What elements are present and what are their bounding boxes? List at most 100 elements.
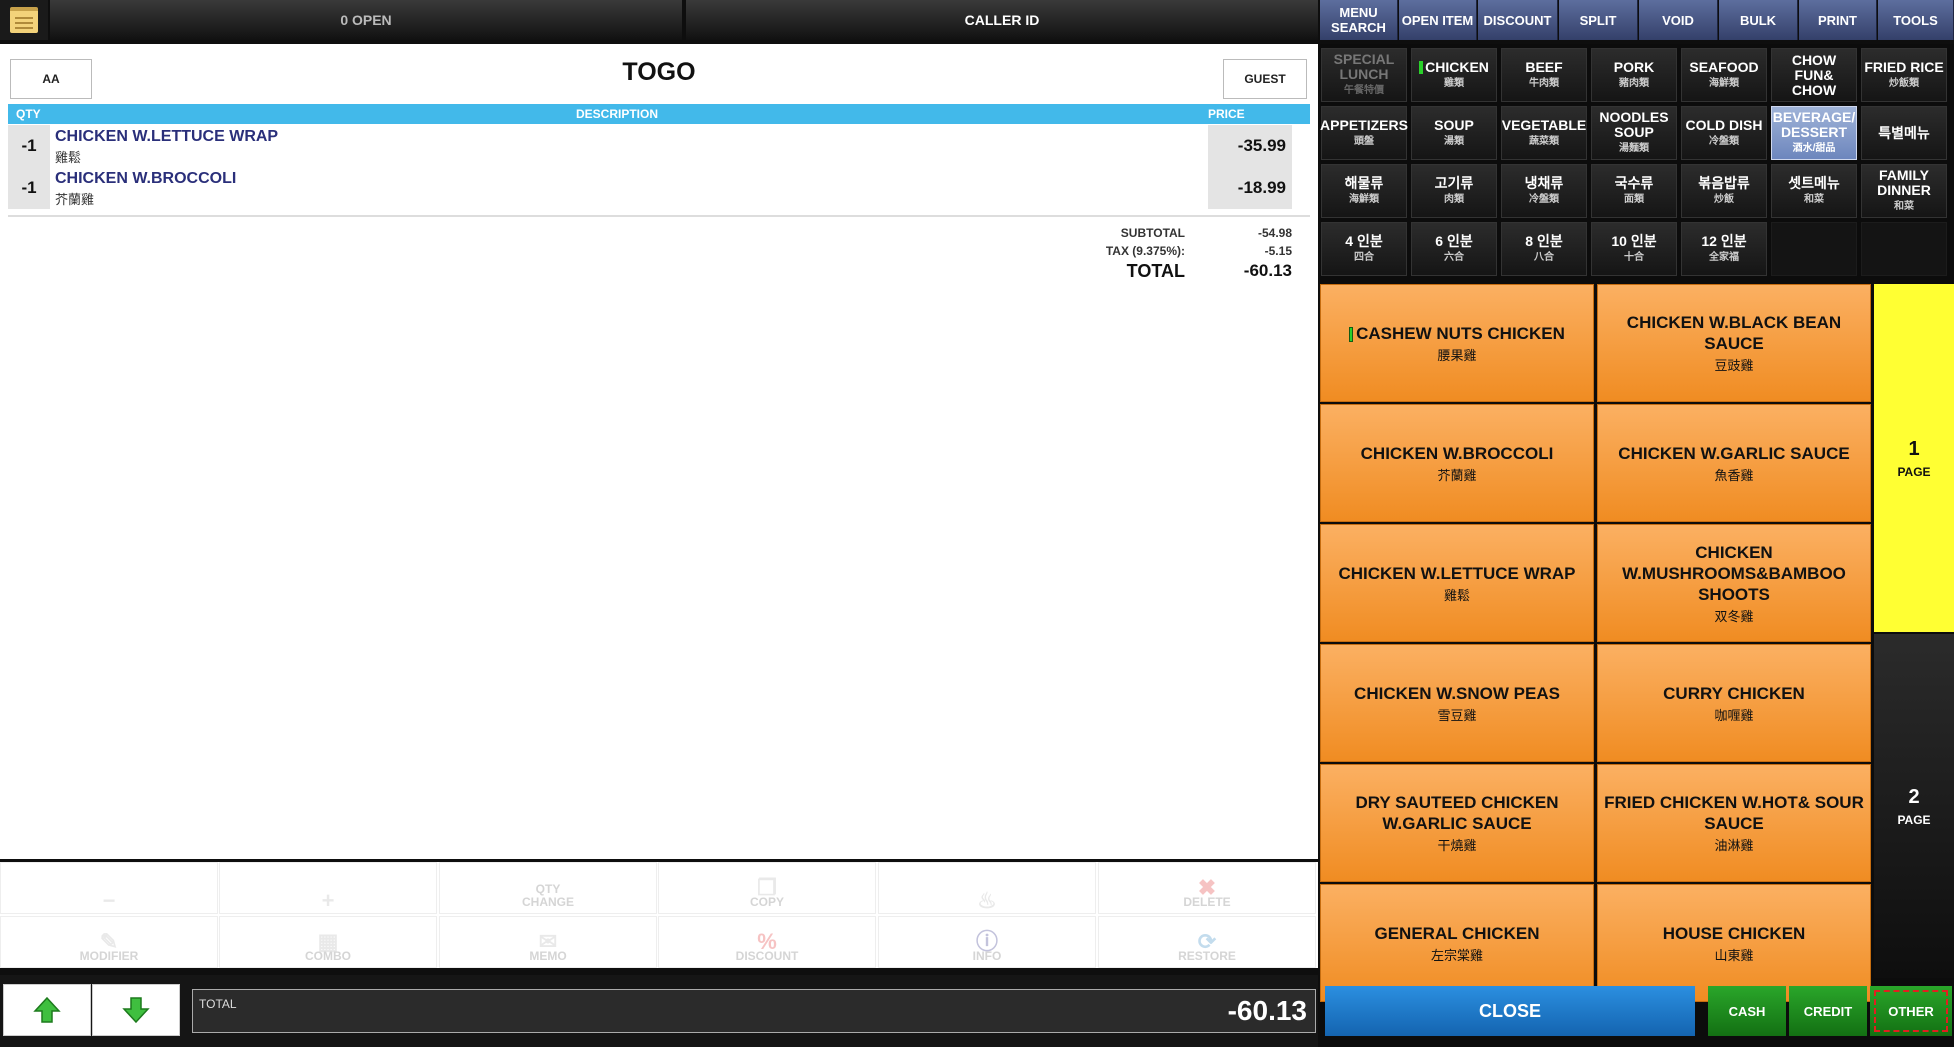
category-4[interactable]: PORK 豬肉類 <box>1591 48 1677 102</box>
memo-notes-icon[interactable] <box>0 0 48 40</box>
open-orders-button[interactable]: 0 OPEN <box>50 0 682 40</box>
qty-change-button[interactable]: QTY CHANGE <box>439 862 657 914</box>
menu-item-name: CHICKEN W.BROCCOLI <box>1360 443 1554 463</box>
category-sub: 酒水/甜品 <box>1792 143 1836 154</box>
menu-item-sub: 咖喱雞 <box>1714 707 1754 723</box>
category-name: CHICKEN <box>1419 59 1489 75</box>
category-25[interactable]: 10 인분 十合 <box>1591 222 1677 276</box>
category-22[interactable]: 4 인분 四合 <box>1321 222 1407 276</box>
menu-item-name: CHICKEN W.GARLIC SAUCE <box>1618 443 1850 463</box>
fire-button[interactable]: ♨ <box>878 862 1096 914</box>
category-26[interactable]: 12 인분 全家福 <box>1681 222 1767 276</box>
line-price: -35.99 <box>1208 125 1292 167</box>
category-16[interactable]: 고기류 肉類 <box>1411 164 1497 218</box>
menu-item-sub: 山東雞 <box>1714 947 1754 963</box>
menu-item[interactable]: HOUSE CHICKEN 山東雞 <box>1597 884 1871 1002</box>
menu-search-button[interactable]: MENU SEARCH <box>1320 0 1398 40</box>
selected-marker-icon <box>1349 326 1354 342</box>
increase-button[interactable]: + <box>219 862 437 914</box>
void-button[interactable]: VOID <box>1639 0 1718 40</box>
category-14[interactable]: 특별메뉴 <box>1861 106 1947 160</box>
category-11[interactable]: NOODLES SOUP 湯麵類 <box>1591 106 1677 160</box>
menu-item-name: CURRY CHICKEN <box>1663 683 1805 703</box>
menu-item[interactable]: CHICKEN W.SNOW PEAS 雪豆雞 <box>1320 644 1594 762</box>
page-2-number: 2 <box>1908 785 1920 808</box>
credit-button[interactable]: CREDIT <box>1789 986 1867 1036</box>
category-6[interactable]: CHOW FUN& CHOW <box>1771 48 1857 102</box>
subtotal-value: -54.98 <box>1257 226 1292 240</box>
print-button[interactable]: PRINT <box>1799 0 1877 40</box>
menu-item[interactable]: CASHEW NUTS CHICKEN 腰果雞 <box>1320 284 1594 402</box>
combo-button[interactable]: ▦ COMBO <box>219 916 437 968</box>
category-10[interactable]: VEGETABLE 蔬菜類 <box>1501 106 1587 160</box>
caller-id-button[interactable]: CALLER ID <box>686 0 1318 40</box>
category-23[interactable]: 6 인분 六合 <box>1411 222 1497 276</box>
qty-header: QTY <box>16 107 41 121</box>
menu-item[interactable]: GENERAL CHICKEN 左宗棠雞 <box>1320 884 1594 1002</box>
open-item-label: OPEN ITEM <box>1401 12 1474 28</box>
description-header: DESCRIPTION <box>576 107 659 121</box>
category-7[interactable]: FRIED RICE 炒飯類 <box>1861 48 1947 102</box>
delete-button[interactable]: ✖ DELETE <box>1098 862 1316 914</box>
category-20[interactable]: 셋트메뉴 和菜 <box>1771 164 1857 218</box>
category-21[interactable]: FAMILY DINNER 和菜 <box>1861 164 1947 218</box>
menu-item-name: DRY SAUTEED CHICKEN W.GARLIC SAUCE <box>1355 793 1559 833</box>
category-3[interactable]: BEEF 牛肉類 <box>1501 48 1587 102</box>
menu-item[interactable]: CURRY CHICKEN 咖喱雞 <box>1597 644 1871 762</box>
tools-button[interactable]: TOOLS <box>1878 0 1954 40</box>
menu-item[interactable]: CHICKEN W.LETTUCE WRAP 雞鬆 <box>1320 524 1594 642</box>
menu-item[interactable]: CHICKEN W.BROCCOLI 芥蘭雞 <box>1320 404 1594 522</box>
category-sub: 全家福 <box>1709 251 1739 263</box>
menu-item[interactable]: CHICKEN W.MUSHROOMS&BAMBOO SHOOTS 双冬雞 <box>1597 524 1871 642</box>
discount-tool-button[interactable]: DISCOUNT <box>1478 0 1558 40</box>
memo-button[interactable]: ✉ MEMO <box>439 916 657 968</box>
order-line[interactable]: -1 CHICKEN W.LETTUCE WRAP 雞鬆 -35.99 <box>8 125 1292 167</box>
copy-button[interactable]: ❐ COPY <box>658 862 876 914</box>
category-1[interactable]: SPECIAL LUNCH 午餐特價 <box>1321 48 1407 102</box>
combo-icon: ▦ <box>317 929 339 954</box>
category-name: SEAFOOD <box>1689 58 1759 75</box>
scroll-down-button[interactable] <box>92 984 180 1036</box>
guest-button[interactable]: GUEST <box>1223 59 1307 99</box>
category-15[interactable]: 해물류 海鮮類 <box>1321 164 1407 218</box>
menu-item-sub: 左宗棠雞 <box>1430 947 1483 963</box>
other-button[interactable]: OTHER <box>1870 986 1952 1036</box>
page-1-button[interactable]: 1 PAGE <box>1874 284 1954 632</box>
line-sub: 芥蘭雞 <box>55 192 95 207</box>
menu-item[interactable]: DRY SAUTEED CHICKEN W.GARLIC SAUCE 干燒雞 <box>1320 764 1594 882</box>
menu-item[interactable]: CHICKEN W.GARLIC SAUCE 魚香雞 <box>1597 404 1871 522</box>
menu-item-sub: 腰果雞 <box>1437 347 1477 363</box>
order-line[interactable]: -1 CHICKEN W.BROCCOLI 芥蘭雞 -18.99 <box>8 167 1292 209</box>
category-8[interactable]: APPETIZERS 頭盤 <box>1320 106 1408 160</box>
category-12[interactable]: COLD DISH 冷盤類 <box>1681 106 1767 160</box>
menu-item[interactable]: CHICKEN W.BLACK BEAN SAUCE 豆豉雞 <box>1597 284 1871 402</box>
category-18[interactable]: 국수류 面類 <box>1591 164 1677 218</box>
menu-item[interactable]: FRIED CHICKEN W.HOT& SOUR SAUCE 油淋雞 <box>1597 764 1871 882</box>
category-sub: 湯類 <box>1444 135 1464 147</box>
discount-tool-label: DISCOUNT <box>1483 12 1552 28</box>
category-19[interactable]: 볶음밥류 炒飯 <box>1681 164 1767 218</box>
menu-item-name: HOUSE CHICKEN <box>1662 923 1806 943</box>
cash-button[interactable]: CASH <box>1708 986 1786 1036</box>
open-item-button[interactable]: OPEN ITEM <box>1399 0 1477 40</box>
bulk-button[interactable]: BULK <box>1719 0 1798 40</box>
discount-action-button[interactable]: % DISCOUNT <box>658 916 876 968</box>
open-orders-label: 0 OPEN <box>340 12 392 28</box>
page-2-button[interactable]: 2 PAGE <box>1874 634 1954 978</box>
category-24[interactable]: 8 인분 八合 <box>1501 222 1587 276</box>
scroll-up-button[interactable] <box>3 984 91 1036</box>
category-9[interactable]: SOUP 湯類 <box>1411 106 1497 160</box>
category-17[interactable]: 냉채류 冷盤類 <box>1501 164 1587 218</box>
decrease-button[interactable]: − <box>0 862 218 914</box>
selected-marker-icon <box>1419 61 1424 75</box>
close-button[interactable]: CLOSE <box>1325 986 1695 1036</box>
category-sub: 海鮮類 <box>1349 193 1379 205</box>
category-2[interactable]: CHICKEN 雞類 <box>1411 48 1497 102</box>
category-13[interactable]: BEVERAGE/ DESSERT 酒水/甜品 <box>1771 106 1857 160</box>
split-button[interactable]: SPLIT <box>1559 0 1638 40</box>
info-button[interactable]: ⓘ INFO <box>878 916 1096 968</box>
category-5[interactable]: SEAFOOD 海鮮類 <box>1681 48 1767 102</box>
restore-button[interactable]: ⟳ RESTORE <box>1098 916 1316 968</box>
line-sub: 雞鬆 <box>55 150 82 165</box>
modifier-button[interactable]: ✎ MODIFIER <box>0 916 218 968</box>
